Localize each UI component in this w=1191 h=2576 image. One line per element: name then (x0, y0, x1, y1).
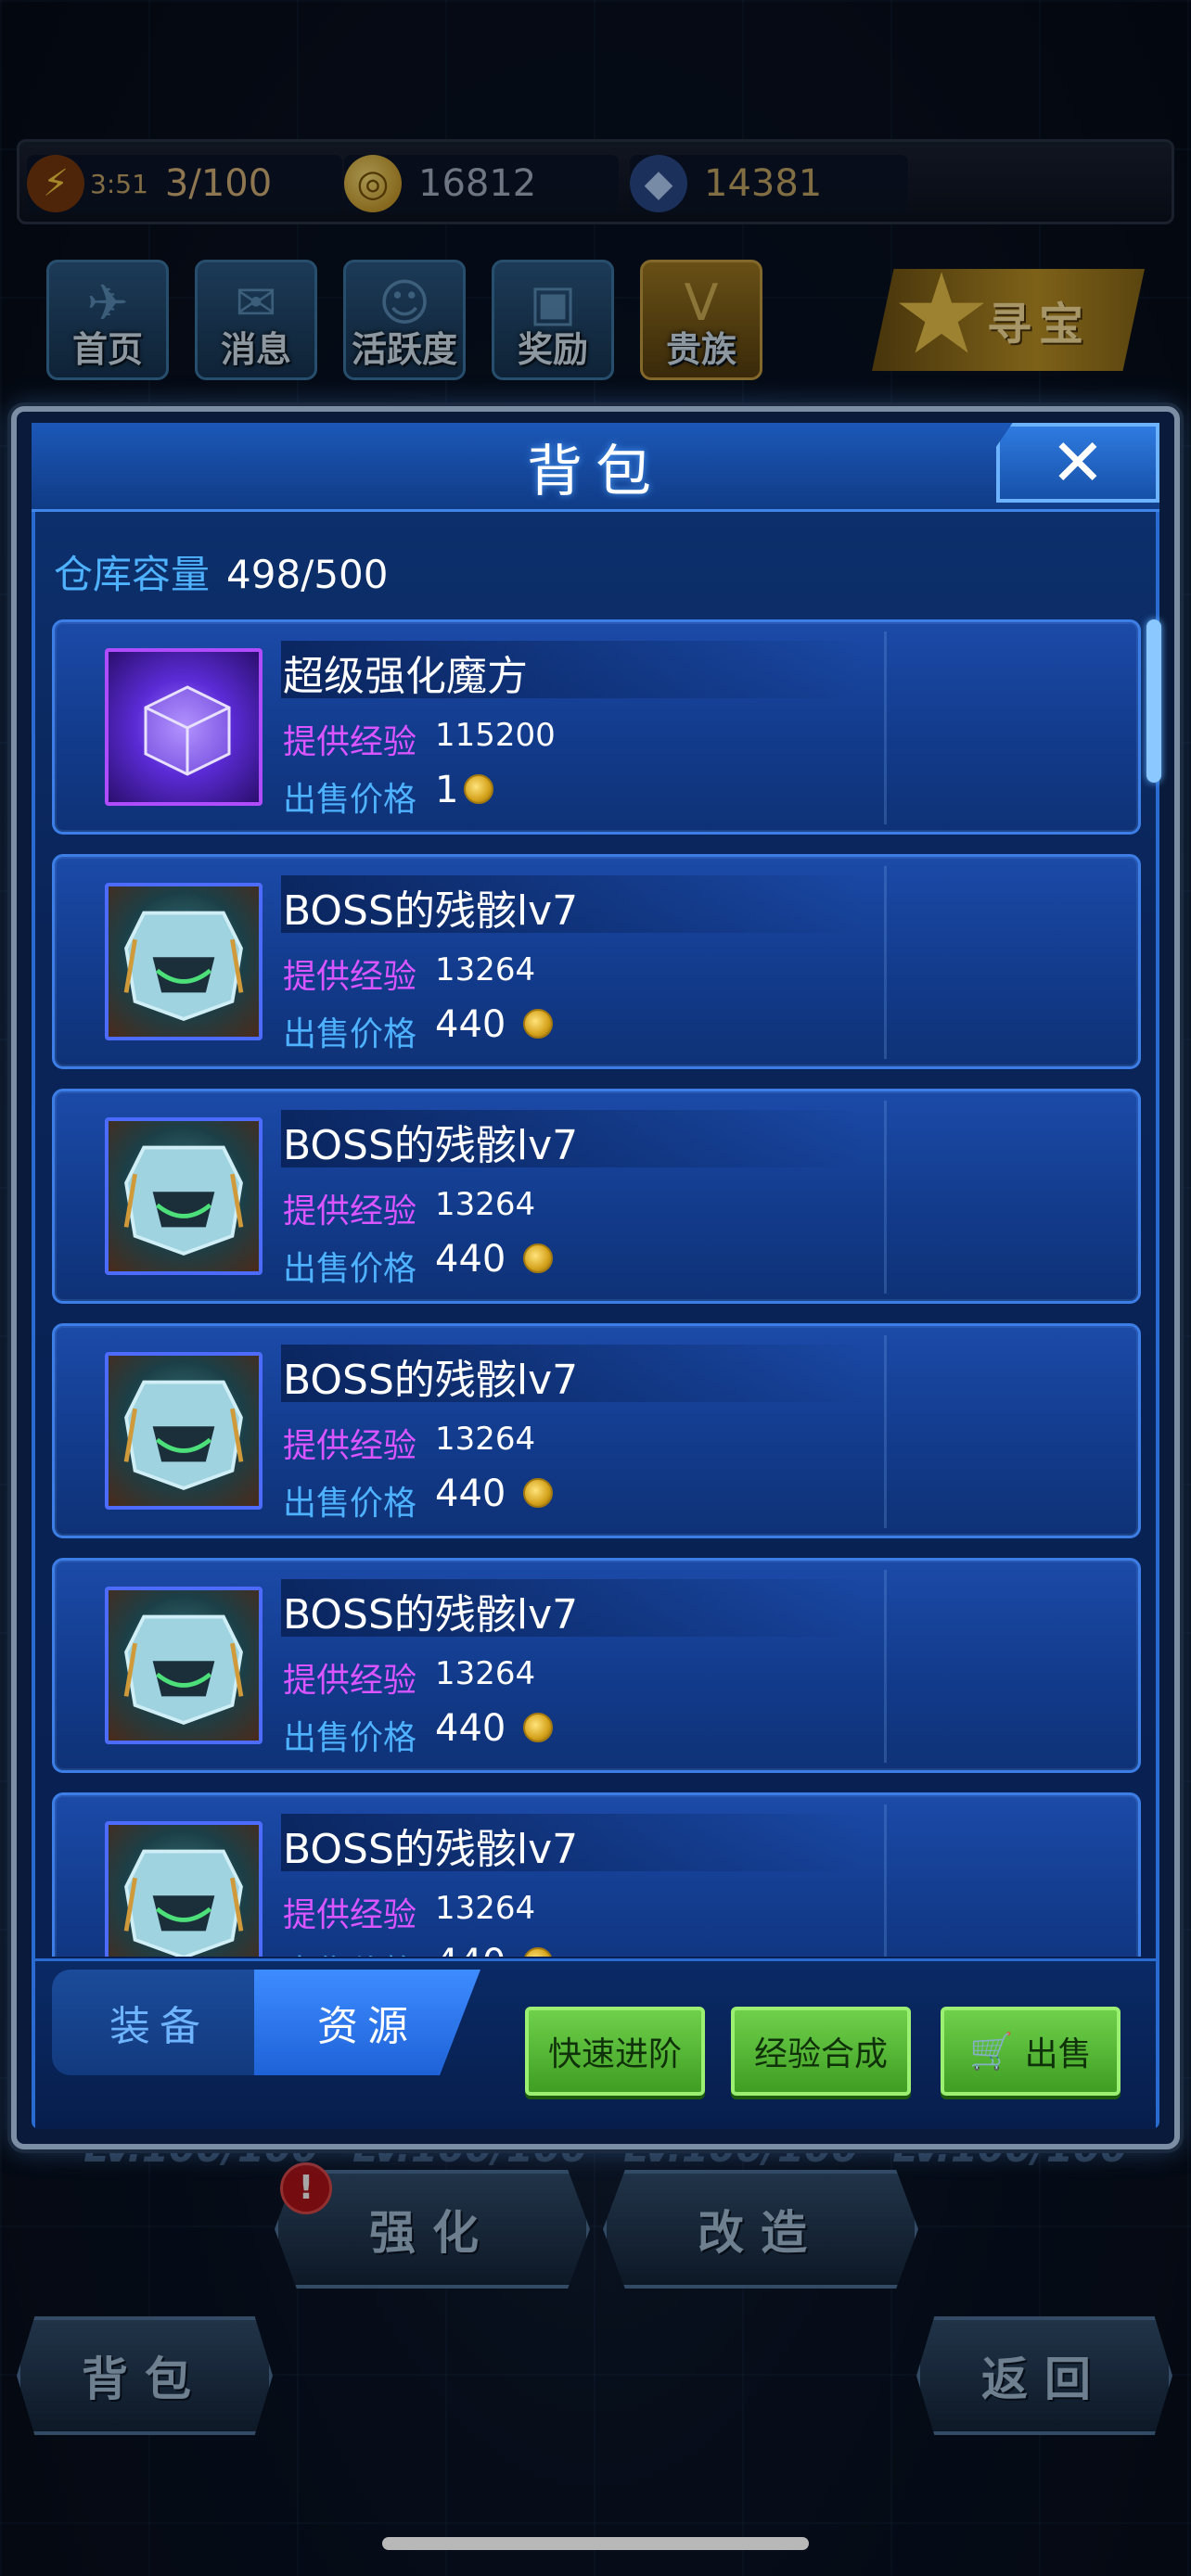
list-item[interactable]: BOSS的残骸lv7 提供经验 13264 出售价格 440 (52, 1792, 1141, 1957)
item-divider (884, 631, 887, 824)
item-list[interactable]: 超级强化魔方 提供经验 115200 出售价格 1 BOSS的残骸lv7 提供经… (52, 619, 1141, 1957)
exp-label: 提供经验 (283, 1427, 417, 1465)
coin-icon (523, 1713, 554, 1742)
boss-wreckage-icon (105, 1117, 263, 1275)
price-amount: 440 (435, 1003, 506, 1046)
exp-label: 提供经验 (283, 723, 417, 761)
price-label: 出售价格 (283, 1719, 417, 1757)
item-name: BOSS的残骸lv7 (283, 1591, 579, 1639)
exp-value: 13264 (435, 951, 536, 988)
tab-equipment-label: 装备 (109, 2003, 210, 2050)
sell-label: 出售 (1024, 2035, 1092, 2073)
cart-icon: 🛒 (969, 2030, 1014, 2072)
price-value: 440 (435, 1942, 554, 1957)
boss-wreckage-icon (105, 1587, 263, 1744)
exp-value: 13264 (435, 1186, 536, 1223)
price-amount: 440 (435, 1473, 506, 1515)
coin-icon (523, 1243, 554, 1273)
price-label: 出售价格 (283, 1485, 417, 1523)
tab-equipment[interactable]: 装备 (52, 1970, 267, 2075)
price-label: 出售价格 (283, 1945, 416, 1957)
price-label: 出售价格 (283, 1250, 417, 1288)
exp-value: 13264 (435, 1421, 536, 1458)
item-divider (884, 1570, 887, 1763)
item-divider (884, 1335, 887, 1528)
exp-value: 13264 (435, 1890, 536, 1927)
mech-graphic (123, 1614, 244, 1725)
coin-icon (523, 1947, 554, 1957)
item-name: BOSS的残骸lv7 (283, 887, 579, 935)
price-amount: 440 (435, 1707, 506, 1750)
price-amount: 440 (435, 1942, 506, 1957)
list-item[interactable]: BOSS的残骸lv7 提供经验 13264 出售价格 440 (52, 1558, 1141, 1773)
exp-label: 提供经验 (283, 958, 417, 996)
price-label: 出售价格 (283, 781, 417, 819)
boss-wreckage-icon (105, 1821, 263, 1957)
price-label: 出售价格 (283, 1015, 417, 1053)
quick-advance-label: 快速进阶 (547, 2035, 682, 2073)
home-indicator[interactable] (382, 2537, 809, 2550)
boss-wreckage-icon (105, 883, 263, 1040)
coin-icon (523, 1478, 554, 1508)
exp-synthesis-button[interactable]: 经验合成 (731, 2007, 911, 2096)
mech-graphic (123, 1380, 244, 1490)
close-icon: ✕ (1050, 425, 1106, 501)
price-value: 1 (435, 769, 494, 811)
mech-graphic (123, 1849, 244, 1957)
quick-advance-button[interactable]: 快速进阶 (525, 2007, 705, 2096)
price-value: 440 (435, 1003, 554, 1046)
storage-capacity: 仓库容量 498/500 (54, 543, 389, 600)
cube-icon (105, 648, 263, 806)
item-name: BOSS的残骸lv7 (283, 1122, 579, 1169)
list-item[interactable]: BOSS的残骸lv7 提供经验 13264 出售价格 440 (52, 1323, 1141, 1538)
list-item[interactable]: BOSS的残骸lv7 提供经验 13264 出售价格 440 (52, 1089, 1141, 1304)
item-name: BOSS的残骸lv7 (283, 1826, 579, 1873)
exp-label: 提供经验 (283, 1662, 417, 1700)
list-item[interactable]: 超级强化魔方 提供经验 115200 出售价格 1 (52, 619, 1141, 835)
boss-wreckage-icon (105, 1352, 263, 1510)
item-name: BOSS的残骸lv7 (283, 1357, 579, 1404)
price-value: 440 (435, 1707, 554, 1750)
item-divider (884, 866, 887, 1059)
close-button[interactable]: ✕ (996, 423, 1159, 503)
exp-value: 115200 (435, 717, 556, 754)
item-divider (884, 1101, 887, 1294)
sell-button[interactable]: 🛒 出售 (941, 2007, 1121, 2096)
exp-label: 提供经验 (283, 1896, 417, 1934)
coin-icon (523, 1009, 554, 1039)
price-amount: 440 (435, 1238, 506, 1281)
capacity-label: 仓库容量 (54, 552, 211, 597)
coin-icon (464, 774, 494, 804)
item-name: 超级强化魔方 (283, 653, 528, 700)
list-item[interactable]: BOSS的残骸lv7 提供经验 13264 出售价格 440 (52, 854, 1141, 1069)
item-divider (884, 1804, 887, 1957)
cube-graphic (144, 685, 231, 776)
price-value: 440 (435, 1473, 554, 1515)
scrollbar-thumb[interactable] (1146, 619, 1161, 783)
scrollbar-track[interactable] (1146, 619, 1161, 1957)
exp-synthesis-label: 经验合成 (753, 2035, 888, 2073)
mech-graphic (123, 1145, 244, 1256)
price-value: 440 (435, 1238, 554, 1281)
capacity-value: 498/500 (226, 552, 389, 597)
tab-resources-label: 资源 (317, 2003, 417, 2050)
exp-value: 13264 (435, 1655, 536, 1692)
price-amount: 1 (435, 769, 459, 811)
mech-graphic (123, 911, 244, 1021)
exp-label: 提供经验 (283, 1192, 417, 1231)
